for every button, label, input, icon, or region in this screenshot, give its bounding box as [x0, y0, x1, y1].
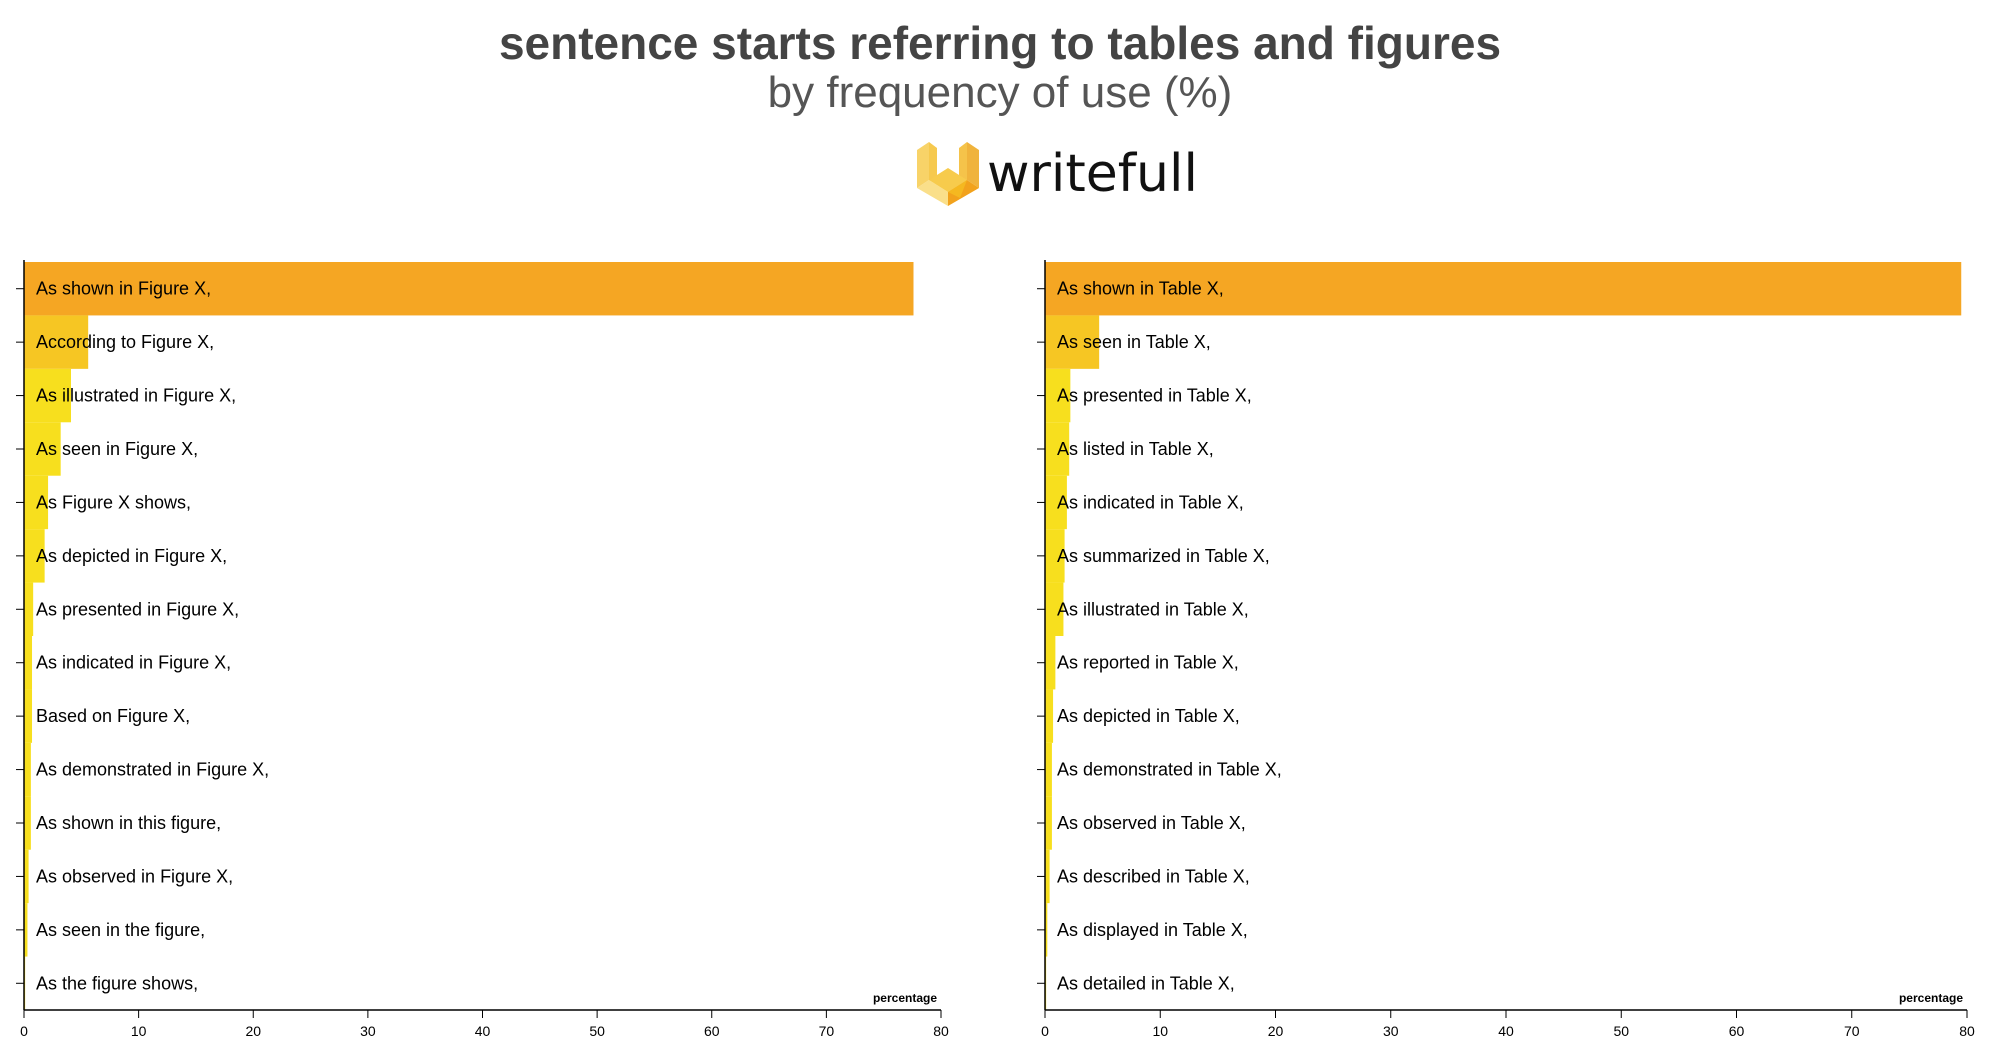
bar — [24, 742, 31, 797]
chart-title: sentence starts referring to tables and … — [498, 17, 1502, 69]
x-tick-label: 10 — [1152, 1023, 1168, 1039]
chart-panel-2: As shown in Table X, As seen in Table X, A… — [1037, 260, 1975, 1039]
category-label: As demonstrated in Table X, — [1057, 760, 1282, 780]
category-label: As shown in Figure X, — [36, 279, 211, 299]
category-label: Based on Figure X, — [36, 706, 190, 726]
x-tick-label: 60 — [1729, 1023, 1745, 1039]
category-label: As indicated in Figure X, — [36, 653, 231, 673]
x-axis-label: percentage — [1899, 991, 1963, 1005]
writefull-logo: writefull — [915, 140, 1198, 210]
bar — [24, 582, 34, 636]
category-label: As illustrated in Table X, — [1057, 599, 1249, 619]
category-label: As depicted in Table X, — [1057, 706, 1240, 726]
x-tick-label: 60 — [704, 1023, 720, 1039]
category-label: As demonstrated in Figure X, — [36, 760, 269, 780]
bar — [24, 796, 31, 850]
category-label: As presented in Table X, — [1057, 386, 1252, 406]
category-label: As shown in Table X, — [1057, 279, 1224, 299]
x-tick-label: 40 — [1498, 1023, 1514, 1039]
x-tick-label: 50 — [1613, 1023, 1629, 1039]
category-label: As listed in Table X, — [1057, 439, 1214, 459]
bar — [1045, 636, 1056, 690]
x-tick-label: 80 — [933, 1023, 949, 1039]
x-tick-label: 40 — [475, 1023, 491, 1039]
category-label: As observed in Table X, — [1057, 813, 1246, 833]
bar — [1045, 689, 1054, 743]
x-axis-label: percentage — [873, 991, 937, 1005]
category-label: As shown in this figure, — [36, 813, 221, 833]
logo-text: writefull — [987, 144, 1198, 204]
x-tick-label: 80 — [1959, 1023, 1975, 1039]
category-label: As displayed in Table X, — [1057, 920, 1248, 940]
category-label: As indicated in Table X, — [1057, 492, 1244, 512]
bar — [1045, 796, 1052, 850]
x-tick-label: 30 — [1383, 1023, 1399, 1039]
category-label: As seen in the figure, — [36, 920, 205, 940]
category-label: As described in Table X, — [1057, 866, 1250, 886]
category-label: As detailed in Table X, — [1057, 973, 1235, 993]
x-tick-label: 50 — [589, 1023, 605, 1039]
bar — [24, 689, 33, 743]
x-tick-label: 0 — [20, 1023, 28, 1039]
chart-subtitle: by frequency of use (%) — [767, 68, 1233, 117]
category-label: According to Figure X, — [36, 332, 214, 352]
x-tick-label: 30 — [360, 1023, 376, 1039]
x-tick-label: 70 — [1844, 1023, 1860, 1039]
bar — [24, 636, 33, 690]
category-label: As seen in Figure X, — [36, 439, 198, 459]
x-tick-label: 20 — [245, 1023, 261, 1039]
category-label: As Figure X shows, — [36, 492, 191, 512]
writefull-logo-icon — [917, 142, 979, 206]
x-tick-label: 70 — [819, 1023, 835, 1039]
category-label: As presented in Figure X, — [36, 599, 239, 619]
category-label: As seen in Table X, — [1057, 332, 1211, 352]
category-label: As summarized in Table X, — [1057, 546, 1270, 566]
x-tick-label: 0 — [1041, 1023, 1049, 1039]
x-tick-label: 20 — [1268, 1023, 1284, 1039]
x-tick-label: 10 — [131, 1023, 147, 1039]
category-label: As illustrated in Figure X, — [36, 386, 236, 406]
category-label: As reported in Table X, — [1057, 653, 1239, 673]
category-label: As the figure shows, — [36, 973, 198, 993]
category-label: As observed in Figure X, — [36, 866, 233, 886]
category-label: As depicted in Figure X, — [36, 546, 227, 566]
bar — [1045, 742, 1052, 797]
chart-panel-1: As shown in Figure X, According to Figure… — [16, 260, 949, 1039]
